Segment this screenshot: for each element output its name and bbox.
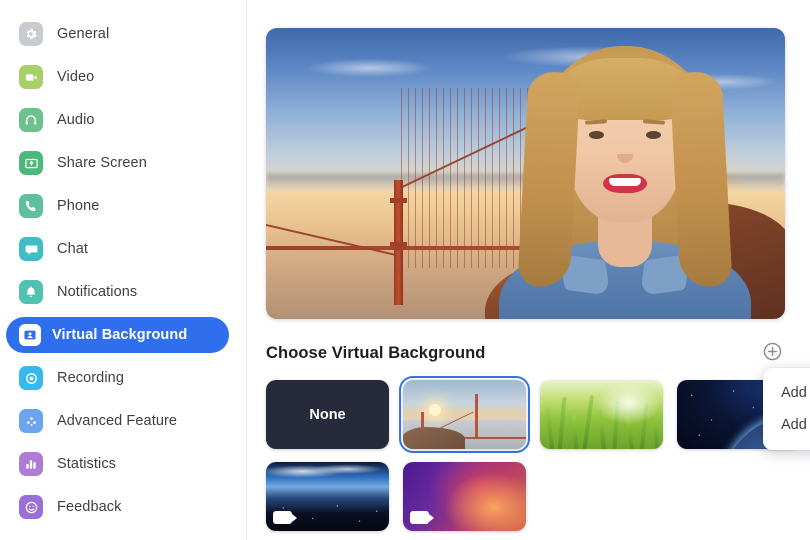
sidebar-item-label: Share Screen	[57, 155, 147, 171]
thumbnail-grass[interactable]	[540, 380, 663, 449]
thumb-tower-right	[475, 394, 478, 438]
chat-bubble-icon	[19, 237, 43, 261]
sidebar-item-audio[interactable]: Audio	[14, 102, 232, 138]
thumb-sky-clouds	[266, 463, 389, 480]
page-title: Choose Virtual Background	[266, 344, 486, 362]
zoom-settings-window: General Video Audio Share Screen Phone C…	[0, 0, 810, 540]
thumbnail-none[interactable]: None	[266, 380, 389, 449]
video-badge-icon	[410, 511, 434, 524]
sidebar-item-label: Video	[57, 69, 95, 85]
menu-item-label: Add	[781, 385, 807, 401]
thumbnail-surface	[540, 380, 663, 449]
sidebar-item-label: Notifications	[57, 284, 138, 300]
sidebar-item-virtual-background[interactable]: Virtual Background	[6, 317, 229, 353]
sidebar-item-label: Recording	[57, 370, 124, 386]
add-background-menu: Add Add	[763, 368, 810, 450]
plus-circle-icon	[763, 342, 782, 361]
phone-icon	[19, 194, 43, 218]
person-eye-left	[588, 131, 604, 139]
record-circle-icon	[19, 366, 43, 390]
headphones-icon	[19, 108, 43, 132]
sidebar-item-notifications[interactable]: Notifications	[14, 274, 232, 310]
video-camera-icon	[19, 65, 43, 89]
menu-item-label: Add	[781, 417, 807, 433]
person-hair-left	[516, 70, 581, 289]
add-background-button[interactable]	[762, 341, 783, 362]
person-teeth	[608, 178, 641, 186]
thumbnail-label: None	[309, 406, 346, 423]
menu-item-add-image[interactable]: Add	[763, 377, 810, 409]
video-badge-icon	[273, 511, 297, 524]
sidebar-item-phone[interactable]: Phone	[14, 188, 232, 224]
sidebar-item-label: Statistics	[57, 456, 117, 472]
sidebar-item-video[interactable]: Video	[14, 59, 232, 95]
section-header: Choose Virtual Background	[266, 344, 785, 363]
person-eye-right	[645, 131, 661, 139]
background-thumbnail-grid: None	[266, 375, 810, 531]
thumbnail-gradient-video[interactable]	[403, 462, 526, 531]
bell-icon	[19, 280, 43, 304]
sidebar-item-label: Virtual Background	[52, 327, 188, 343]
thumbnail-sky-stars-video[interactable]	[266, 462, 389, 531]
person-card-icon	[19, 324, 41, 346]
sidebar-item-label: Phone	[57, 198, 100, 214]
sidebar-item-label: Audio	[57, 112, 95, 128]
video-preview[interactable]	[266, 28, 785, 319]
menu-item-add-video[interactable]: Add	[763, 409, 810, 441]
thumb-land	[403, 427, 465, 449]
share-screen-icon	[19, 151, 43, 175]
bar-chart-icon	[19, 452, 43, 476]
sidebar-item-statistics[interactable]: Statistics	[14, 446, 232, 482]
sidebar-item-label: General	[57, 26, 110, 42]
thumbnail-golden-gate[interactable]	[398, 375, 531, 454]
thumbnail-surface	[266, 462, 389, 531]
sidebar-item-label: Feedback	[57, 499, 122, 515]
thumb-grass-glow	[540, 380, 663, 449]
sidebar-item-recording[interactable]: Recording	[14, 360, 232, 396]
sidebar-item-general[interactable]: General	[14, 16, 232, 52]
sparkle-icon	[19, 409, 43, 433]
sidebar-item-label: Chat	[57, 241, 89, 257]
gear-icon	[19, 22, 43, 46]
sidebar-item-advanced-feature[interactable]: Advanced Feature	[14, 403, 232, 439]
person-hair-right	[668, 70, 733, 289]
thumbnail-surface: None	[266, 380, 389, 449]
person-neck	[597, 215, 652, 267]
thumbnail-surface	[403, 380, 526, 449]
settings-sidebar: General Video Audio Share Screen Phone C…	[0, 0, 247, 540]
preview-person	[490, 28, 760, 319]
virtual-background-panel: Choose Virtual Background None	[247, 0, 810, 540]
thumbnail-surface	[403, 462, 526, 531]
sidebar-item-feedback[interactable]: Feedback	[14, 489, 232, 525]
sidebar-item-share-screen[interactable]: Share Screen	[14, 145, 232, 181]
sidebar-item-label: Advanced Feature	[57, 413, 178, 429]
smiley-icon	[19, 495, 43, 519]
preview-bridge-tower-left	[390, 180, 407, 305]
sidebar-item-chat[interactable]: Chat	[14, 231, 232, 267]
